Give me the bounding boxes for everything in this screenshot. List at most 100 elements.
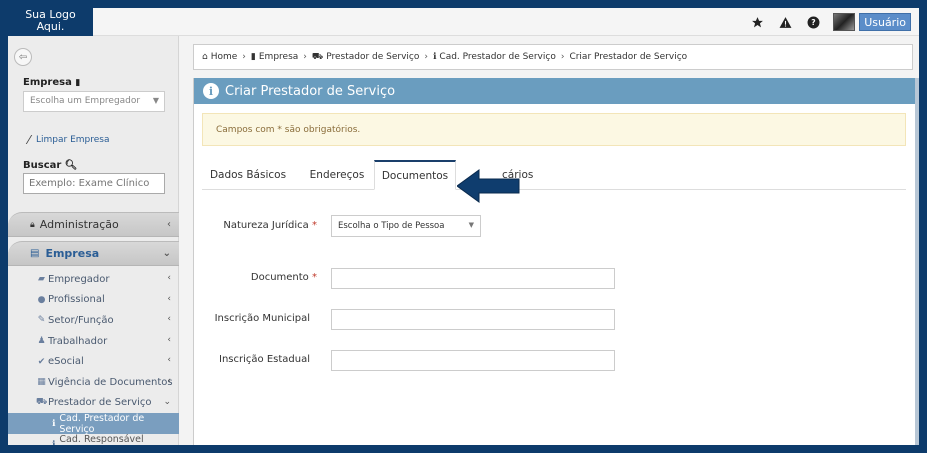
sidebar-subitem-cad-prestador[interactable]: ℹ Cad. Prestador de Serviço — [8, 412, 179, 435]
buscar-label: Buscar 🔍︎ — [23, 160, 78, 171]
check-icon: ✔ — [37, 356, 46, 367]
natureza-juridica-label: Natureza Jurídica * — [214, 220, 317, 231]
sidebar-item-label: Empregador — [48, 273, 110, 285]
inscricao-estadual-label: Inscrição Estadual — [204, 354, 310, 365]
buscar-label-text: Buscar — [23, 160, 62, 171]
chevron-left-icon: ‹ — [167, 314, 171, 325]
empresa-select-value: Escolha um Empregador — [30, 96, 141, 106]
empresa-label-text: Empresa — [23, 77, 72, 88]
person-icon: ♟ — [37, 336, 46, 347]
sidebar-item-label: Prestador de Serviço — [48, 397, 152, 409]
chevron-left-icon: ‹ — [167, 219, 171, 230]
breadcrumb-separator: › — [242, 52, 246, 62]
avatar[interactable] — [833, 13, 856, 31]
sidebar-item-label: Trabalhador — [48, 335, 108, 347]
breadcrumb: ⌂ Home › ▮ Empresa › ⛟ Prestador de Serv… — [193, 44, 913, 70]
car-icon: ⛟ — [36, 397, 48, 408]
info-icon: i — [203, 83, 219, 99]
breadcrumb-prestador[interactable]: Prestador de Serviço — [326, 52, 419, 62]
alert-text: Campos com * são obrigatórios. — [216, 124, 361, 135]
chevron-down-icon: ▼ — [468, 221, 474, 229]
sidebar-subitem-label: Cad. Responsável Técnico — [59, 433, 144, 445]
help-icon[interactable]: ? — [805, 14, 821, 30]
limpar-empresa-link[interactable]: ⁄ Limpar Empresa — [28, 133, 110, 147]
scrollbar[interactable] — [915, 78, 919, 445]
tab-label: Dados Básicos — [209, 169, 287, 181]
documento-label: Documento * — [214, 272, 317, 283]
info-icon: ℹ — [433, 52, 437, 62]
chevron-left-icon: ‹ — [167, 334, 171, 345]
app-window: Sua Logo Aqui. ? Usuário ⇦ Empresa ▮ Esc… — [8, 8, 919, 445]
tab-documentos[interactable]: Documentos — [374, 160, 456, 190]
sidebar-item-label: Profissional — [48, 294, 105, 306]
tab-enderecos[interactable]: Endereços — [302, 160, 372, 190]
empresa-select[interactable]: Escolha um Empregador ▼ — [23, 91, 165, 112]
empresa-label: Empresa ▮ — [23, 77, 80, 88]
top-bar: Sua Logo Aqui. ? Usuário — [8, 8, 919, 36]
sidebar-item-label: Vigência de Documentos — [48, 376, 173, 388]
user-icon: ● — [37, 294, 46, 305]
sidebar-item-label: Setor/Função — [48, 314, 114, 326]
breadcrumb-empresa[interactable]: Empresa — [259, 52, 298, 62]
sidebar-item-prestador-servico[interactable]: ⛟ Prestador de Serviço ⌄ — [8, 393, 179, 414]
car-icon: ⛟ — [311, 51, 324, 62]
natureza-juridica-select[interactable]: Escolha o Tipo de Pessoa ▼ — [331, 215, 481, 237]
inscricao-municipal-label: Inscrição Municipal — [204, 313, 310, 324]
annotation-arrow-icon — [457, 169, 520, 203]
chevron-down-icon: ⌄ — [163, 396, 171, 407]
inscricao-estadual-input[interactable] — [331, 350, 615, 371]
lock-icon: 🔒︎ — [30, 219, 35, 230]
star-icon[interactable] — [749, 14, 765, 30]
breadcrumb-cad-prestador[interactable]: Cad. Prestador de Serviço — [439, 52, 555, 62]
sidebar-item-esocial[interactable]: ✔ eSocial ‹ — [8, 351, 179, 372]
briefcase-icon: ▰ — [38, 274, 45, 285]
collapse-sidebar-icon[interactable]: ⇦ — [14, 48, 32, 66]
building-icon: ▮ — [250, 52, 256, 62]
breadcrumb-home[interactable]: Home — [211, 52, 238, 62]
breadcrumb-separator: › — [560, 52, 565, 62]
user-button[interactable]: Usuário — [859, 13, 911, 31]
tab-label: Documentos — [381, 169, 449, 182]
documento-input[interactable] — [331, 268, 615, 289]
chevron-left-icon: ‹ — [167, 375, 171, 386]
home-icon: ⌂ — [202, 52, 208, 62]
breadcrumb-current: Criar Prestador de Serviço — [569, 52, 688, 62]
sidebar-section-administracao[interactable]: 🔒︎ Administração ‹ — [8, 212, 179, 237]
panel-header: i Criar Prestador de Serviço — [194, 78, 919, 104]
logo[interactable]: Sua Logo Aqui. — [8, 8, 93, 36]
sidebar-subitem-cad-responsavel[interactable]: ℹ Cad. Responsável Técnico — [8, 434, 179, 445]
tab-dados-basicos[interactable]: Dados Básicos — [202, 160, 294, 190]
sidebar-item-vigencia-documentos[interactable]: ▦ Vigência de Documentos ‹ — [8, 372, 179, 393]
search-icon: 🔍︎ — [64, 160, 78, 171]
top-icons: ? Usuário — [749, 12, 911, 32]
breadcrumb-separator: › — [303, 52, 307, 62]
tab-bar: Dados Básicos Endereços Documentos cário… — [202, 160, 906, 190]
sidebar: ⇦ Empresa ▮ Escolha um Empregador ▼ ⁄ Li… — [8, 36, 179, 445]
required-fields-alert: Campos com * são obrigatórios. — [202, 113, 906, 146]
inscricao-municipal-input[interactable] — [331, 309, 615, 330]
required-mark: * — [312, 272, 317, 283]
natureza-label-text: Natureza Jurídica — [223, 220, 309, 231]
broom-icon: ⁄ — [28, 133, 31, 147]
section-label: Empresa — [45, 247, 100, 260]
limpar-empresa-label: Limpar Empresa — [36, 135, 110, 145]
chevron-left-icon: ‹ — [167, 355, 171, 366]
warning-icon[interactable] — [777, 14, 793, 30]
page-title: Criar Prestador de Serviço — [225, 83, 396, 99]
sidebar-section-empresa[interactable]: ▤ Empresa ⌄ — [8, 241, 179, 266]
sidebar-item-profissional[interactable]: ● Profissional ‹ — [8, 290, 179, 311]
buscar-input[interactable] — [23, 173, 165, 194]
sidebar-menu: 🔒︎ Administração ‹ ▤ Empresa ⌄ ▰ Emprega… — [8, 212, 179, 445]
sidebar-item-empregador[interactable]: ▰ Empregador ‹ — [8, 269, 179, 290]
sidebar-item-setor-funcao[interactable]: ✎ Setor/Função ‹ — [8, 310, 179, 331]
svg-text:?: ? — [811, 18, 815, 27]
main-panel: i Criar Prestador de Serviço Campos com … — [193, 78, 919, 445]
sidebar-item-label: eSocial — [48, 356, 84, 368]
calendar-icon: ▦ — [37, 377, 46, 388]
inscricao-municipal-text: Inscrição Municipal — [214, 313, 310, 324]
sidebar-subitem-label: Cad. Prestador de Serviço — [59, 412, 145, 435]
sidebar-item-trabalhador[interactable]: ♟ Trabalhador ‹ — [8, 331, 179, 352]
section-label: Administração — [39, 218, 119, 231]
chevron-left-icon: ‹ — [167, 273, 171, 283]
building-icon: ▤ — [30, 248, 40, 259]
